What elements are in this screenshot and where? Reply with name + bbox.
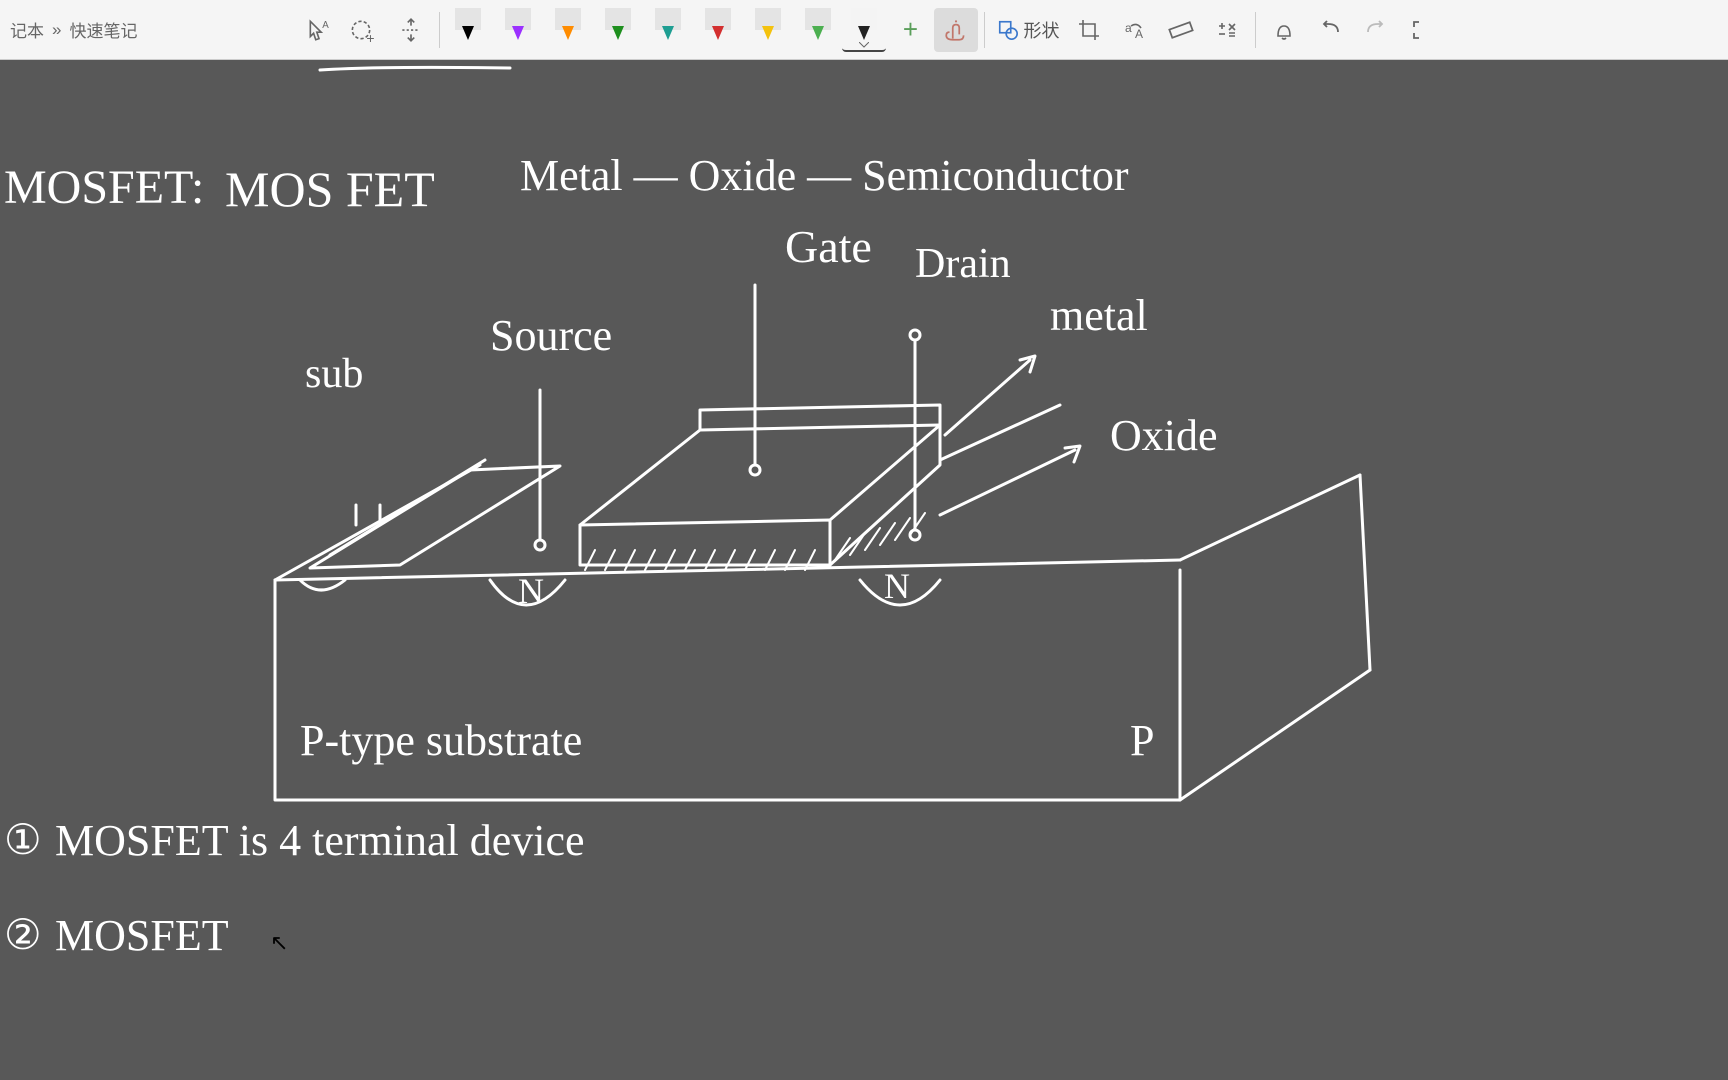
pen-green[interactable]	[596, 8, 640, 52]
hw-note2-prefix: ②	[4, 910, 42, 960]
fullscreen-button[interactable]	[1400, 8, 1444, 52]
hw-gate: Gate	[785, 220, 872, 273]
pen-yellow[interactable]	[746, 8, 790, 52]
pen-purple[interactable]	[496, 8, 540, 52]
hw-source: Source	[490, 310, 612, 361]
hw-note1-prefix: ①	[4, 815, 42, 865]
shapes-label: 形状	[1023, 17, 1059, 43]
hw-ptype: P-type substrate	[300, 715, 582, 766]
undo-icon	[1318, 18, 1342, 42]
drawing-canvas[interactable]: MOSFET: MOS FET Metal — Oxide — Semicond…	[0, 60, 1728, 1080]
hw-sub: sub	[305, 350, 363, 398]
shapes-button[interactable]: 形状	[991, 8, 1065, 52]
svg-text:A: A	[323, 19, 330, 30]
toolbar: 记本 » 快速笔记 A + +	[0, 0, 1728, 60]
redo-button[interactable]	[1354, 8, 1398, 52]
breadcrumb-notebook: 记本	[10, 17, 44, 42]
breadcrumb[interactable]: 记本 » 快速笔记	[4, 17, 143, 42]
shapes-icon	[997, 19, 1019, 41]
translate-icon: a A	[1123, 18, 1147, 42]
hw-N1: N	[518, 570, 544, 612]
ruler-tool[interactable]	[1159, 8, 1203, 52]
touch-draw-tool[interactable]	[934, 8, 978, 52]
pen-black[interactable]	[446, 8, 490, 52]
pen-palette	[446, 8, 840, 52]
breadcrumb-note: 快速笔记	[69, 17, 137, 42]
lasso-tool[interactable]: +	[343, 8, 387, 52]
hw-title-left: MOSFET:	[4, 160, 204, 215]
crop-icon	[1077, 18, 1101, 42]
hw-oxide: Oxide	[1110, 410, 1218, 461]
hw-drain: Drain	[915, 240, 1011, 288]
separator	[439, 12, 440, 48]
pen-teal[interactable]	[646, 8, 690, 52]
hw-title-right: Metal — Oxide — Semiconductor	[520, 150, 1129, 201]
translate-tool[interactable]: a A	[1113, 8, 1157, 52]
chevron-down-icon	[859, 42, 869, 48]
fullscreen-icon	[1410, 18, 1434, 42]
ruler-icon	[1168, 17, 1194, 43]
pen-red[interactable]	[696, 8, 740, 52]
hw-metal: metal	[1050, 290, 1148, 341]
insert-space-tool[interactable]	[389, 8, 433, 52]
hw-title-mid: MOS FET	[225, 160, 435, 218]
text-cursor-tool[interactable]: A	[297, 8, 341, 52]
svg-text:A: A	[1135, 27, 1143, 41]
hw-note2: MOSFET	[55, 910, 229, 961]
math-icon	[1215, 18, 1239, 42]
notifications-button[interactable]	[1262, 8, 1306, 52]
math-tool[interactable]	[1205, 8, 1249, 52]
pen-current[interactable]	[842, 8, 886, 52]
pen-lime[interactable]	[796, 8, 840, 52]
bell-icon	[1272, 18, 1296, 42]
separator	[984, 12, 985, 48]
hw-P: P	[1130, 715, 1154, 766]
separator	[1255, 12, 1256, 48]
redo-icon	[1364, 18, 1388, 42]
plus-icon: +	[903, 14, 918, 45]
crop-tool[interactable]	[1067, 8, 1111, 52]
hw-note1: MOSFET is 4 terminal device	[55, 815, 585, 866]
pen-orange[interactable]	[546, 8, 590, 52]
undo-button[interactable]	[1308, 8, 1352, 52]
svg-text:a: a	[1125, 21, 1132, 35]
mouse-cursor: ↖	[270, 930, 288, 956]
add-pen-button[interactable]: +	[888, 8, 932, 52]
hw-N2: N	[884, 565, 910, 607]
breadcrumb-sep: »	[52, 20, 61, 40]
